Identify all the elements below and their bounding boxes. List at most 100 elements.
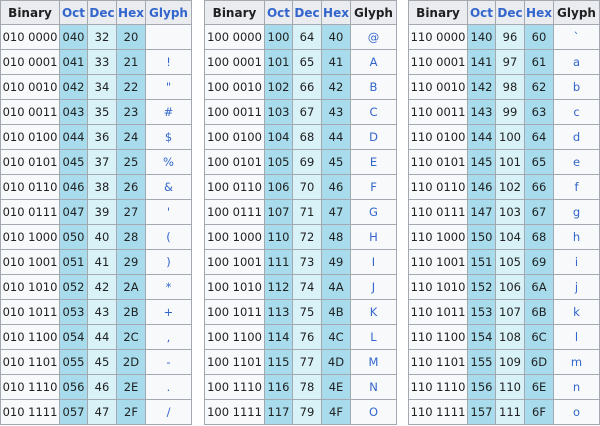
binary-header[interactable]: Binary xyxy=(204,0,265,25)
hex-cell: 49 xyxy=(321,249,351,275)
binary-cell: 010 0110 xyxy=(0,174,60,200)
table-row: 110 0001 141 97 61 a xyxy=(408,49,600,75)
binary-cell: 100 0000 xyxy=(204,24,265,50)
dec-cell: 67 xyxy=(292,99,322,125)
glyph-cell: L xyxy=(350,324,397,350)
dec-header[interactable]: Dec xyxy=(87,0,117,25)
binary-cell: 100 0011 xyxy=(204,99,265,125)
glyph-cell: , xyxy=(145,324,192,350)
binary-cell: 110 1110 xyxy=(408,374,468,400)
binary-cell: 110 1101 xyxy=(408,349,468,375)
table-row: 100 0100 104 68 44 D xyxy=(204,124,397,150)
table-row: 110 1110 156 110 6E n xyxy=(408,374,600,400)
oct-cell: 154 xyxy=(467,324,496,350)
dec-cell: 99 xyxy=(495,99,525,125)
glyph-cell xyxy=(145,24,192,50)
glyph-cell: k xyxy=(553,299,600,325)
hex-cell: 44 xyxy=(321,124,351,150)
oct-header[interactable]: Oct xyxy=(59,0,88,25)
hex-cell: 4E xyxy=(321,374,351,400)
dec-cell: 73 xyxy=(292,249,322,275)
binary-header[interactable]: Binary xyxy=(0,0,60,25)
hex-header[interactable]: Hex xyxy=(524,0,554,25)
oct-cell: 054 xyxy=(59,324,88,350)
glyph-cell: a xyxy=(553,49,600,75)
dec-cell: 109 xyxy=(495,349,525,375)
binary-cell: 010 0011 xyxy=(0,99,60,125)
binary-cell: 010 1111 xyxy=(0,399,60,425)
oct-cell: 042 xyxy=(59,74,88,100)
binary-cell: 010 0100 xyxy=(0,124,60,150)
glyph-cell: & xyxy=(145,174,192,200)
oct-cell: 115 xyxy=(264,349,293,375)
ascii-tables-container: Binary Oct Dec Hex Glyph 010 0000 040 32 20… xyxy=(0,0,600,426)
glyph-cell: ) xyxy=(145,249,192,275)
table-row: 010 1111 057 47 2F / xyxy=(0,399,192,425)
glyph-cell: c xyxy=(553,99,600,125)
binary-cell: 010 0010 xyxy=(0,74,60,100)
table-row: 100 0110 106 70 46 F xyxy=(204,174,397,200)
hex-header[interactable]: Hex xyxy=(321,0,351,25)
glyph-cell: E xyxy=(350,149,397,175)
dec-cell: 34 xyxy=(87,74,117,100)
oct-cell: 106 xyxy=(264,174,293,200)
table-row: 110 1010 152 106 6A j xyxy=(408,274,600,300)
binary-header[interactable]: Binary xyxy=(408,0,468,25)
dec-cell: 72 xyxy=(292,224,322,250)
binary-cell: 100 0001 xyxy=(204,49,265,75)
oct-cell: 142 xyxy=(467,74,496,100)
hex-header[interactable]: Hex xyxy=(116,0,146,25)
binary-cell: 100 0110 xyxy=(204,174,265,200)
table-row: 100 0011 103 67 43 C xyxy=(204,99,397,125)
dec-header[interactable]: Dec xyxy=(292,0,322,25)
table-row: 010 0101 045 37 25% xyxy=(0,149,192,175)
dec-cell: 104 xyxy=(495,224,525,250)
glyph-header[interactable]: Glyph xyxy=(553,0,600,25)
dec-cell: 74 xyxy=(292,274,322,300)
glyph-cell: ! xyxy=(145,49,192,75)
binary-cell: 110 1011 xyxy=(408,299,468,325)
hex-cell: 64 xyxy=(524,124,554,150)
table-body: 110 0000 140 96 60 ` 110 0001 141 97 61 a 110 0010… xyxy=(408,24,600,425)
dec-cell: 110 xyxy=(495,374,525,400)
hex-cell: 45 xyxy=(321,149,351,175)
glyph-header[interactable]: Glyph xyxy=(350,0,397,25)
oct-header[interactable]: Oct xyxy=(264,0,293,25)
glyph-header[interactable]: Glyph xyxy=(145,0,192,25)
oct-header[interactable]: Oct xyxy=(467,0,496,25)
binary-cell: 110 0010 xyxy=(408,74,468,100)
binary-cell: 100 0010 xyxy=(204,74,265,100)
hex-cell: 60 xyxy=(524,24,554,50)
glyph-cell: * xyxy=(145,274,192,300)
oct-cell: 111 xyxy=(264,249,293,275)
glyph-cell: B xyxy=(350,74,397,100)
oct-cell: 152 xyxy=(467,274,496,300)
oct-cell: 107 xyxy=(264,199,293,225)
oct-cell: 113 xyxy=(264,299,293,325)
hex-cell: 28 xyxy=(116,224,146,250)
ascii-table-2: Binary Oct Dec Hex Glyph 100 0000 100 64 40… xyxy=(204,0,397,425)
oct-cell: 150 xyxy=(467,224,496,250)
hex-cell: 26 xyxy=(116,174,146,200)
hex-cell: 24 xyxy=(116,124,146,150)
binary-cell: 100 1011 xyxy=(204,299,265,325)
table-row: 100 0001 101 65 41 A xyxy=(204,49,397,75)
dec-cell: 36 xyxy=(87,124,117,150)
dec-cell: 102 xyxy=(495,174,525,200)
glyph-cell: ` xyxy=(553,24,600,50)
dec-cell: 75 xyxy=(292,299,322,325)
table-row: 110 1111 157 111 6F o xyxy=(408,399,600,425)
hex-cell: 4D xyxy=(321,349,351,375)
oct-cell: 157 xyxy=(467,399,496,425)
oct-cell: 110 xyxy=(264,224,293,250)
dec-header[interactable]: Dec xyxy=(495,0,525,25)
hex-cell: 25 xyxy=(116,149,146,175)
table-row: 010 1101 055 45 2D - xyxy=(0,349,192,375)
glyph-cell: . xyxy=(145,374,192,400)
oct-cell: 046 xyxy=(59,174,88,200)
glyph-cell: i xyxy=(553,249,600,275)
dec-cell: 46 xyxy=(87,374,117,400)
table-row: 110 0110 146 102 66 f xyxy=(408,174,600,200)
table-row: 100 0101 105 69 45 E xyxy=(204,149,397,175)
binary-cell: 110 0111 xyxy=(408,199,468,225)
